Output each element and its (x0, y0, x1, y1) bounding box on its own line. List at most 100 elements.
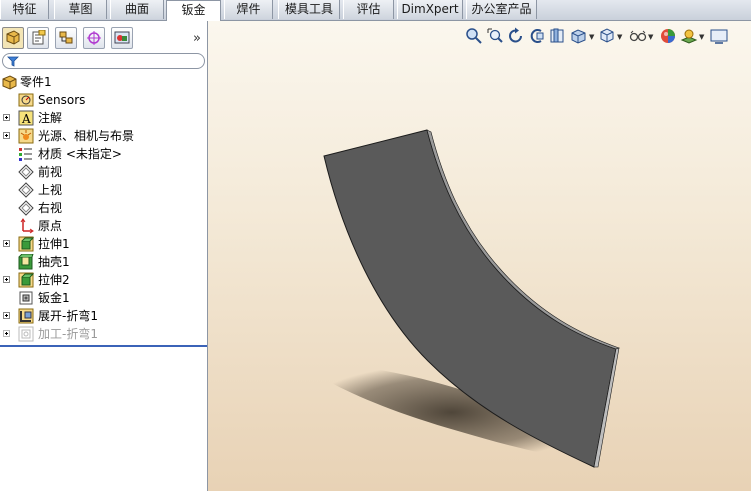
heads-up-view-toolbar: ▼ ▼ ▼ ▼ (461, 25, 751, 47)
tree-filter-input[interactable] (2, 53, 205, 69)
tree-item-material[interactable]: 材质 <未指定> (0, 145, 207, 163)
previous-view-icon (509, 27, 522, 43)
display-style-button[interactable] (570, 27, 588, 45)
rollback-bar[interactable] (0, 345, 207, 347)
expand-toggle[interactable] (3, 240, 10, 247)
tree-item-label: 加工-折弯1 (38, 327, 98, 341)
graphics-area[interactable]: ▼ ▼ ▼ ▼ (208, 21, 751, 491)
zoom-to-area-button[interactable] (486, 27, 504, 45)
expand-toggle[interactable] (3, 312, 10, 319)
tree-item-label: 拉伸1 (38, 237, 70, 251)
tree-item-process-bends1[interactable]: 加工-折弯1 (0, 325, 207, 343)
lights-cameras-icon (18, 128, 34, 144)
extrude-icon (18, 272, 34, 288)
filter-icon (7, 56, 19, 67)
hide-show-icon (600, 28, 614, 43)
chevron-down-icon[interactable]: ▼ (589, 33, 594, 41)
tree-root-part[interactable]: 零件1 (0, 73, 207, 91)
tree-item-label: 原点 (38, 219, 63, 233)
part-name: 零件1 (20, 75, 52, 89)
tree-item-label: 抽壳1 (38, 255, 70, 269)
material-icon (19, 148, 32, 161)
tree-item-label: 右视 (38, 201, 63, 215)
display-manager-tab[interactable] (111, 27, 133, 49)
part-icon (2, 75, 17, 90)
tree-item-label: 展开-折弯1 (38, 309, 98, 323)
dimxpert-icon (87, 31, 101, 45)
expand-toggle[interactable] (3, 114, 10, 121)
sheetmetal-icon (19, 291, 33, 305)
view-orientation-icon (550, 28, 564, 43)
plane-icon (18, 182, 34, 198)
featuremanager-icon (6, 30, 20, 45)
tree-item-sensors[interactable]: Sensors (0, 91, 207, 109)
zoom-to-fit-icon (466, 28, 482, 44)
tab-sketch[interactable]: 草图 (54, 0, 107, 19)
tree-item-shell1[interactable]: 抽壳1 (0, 253, 207, 271)
tab-evaluate[interactable]: 评估 (343, 0, 394, 19)
scene-icon (680, 29, 698, 44)
tree-item-flatten-bends1[interactable]: 展开-折弯1 (0, 307, 207, 325)
collapse-panel-button[interactable]: » (193, 31, 201, 46)
propertymanager-icon (32, 30, 46, 45)
scene-button[interactable] (680, 27, 698, 45)
expand-toggle[interactable] (3, 276, 10, 283)
origin-icon (20, 218, 34, 234)
tree-item-origin[interactable]: 原点 (0, 217, 207, 235)
display-manager-icon (114, 31, 130, 44)
tree-item-label: 拉伸2 (38, 273, 70, 287)
tab-dimxpert[interactable]: DimXpert (397, 0, 463, 19)
edit-appearance-button[interactable] (629, 27, 647, 45)
tree-item-label: 材质 <未指定> (38, 147, 122, 161)
chevron-down-icon[interactable]: ▼ (617, 33, 622, 41)
tree-item-extrude1[interactable]: 拉伸1 (0, 235, 207, 253)
tree-item-lights-cameras-scene[interactable]: 光源、相机与布景 (0, 127, 207, 145)
zoom-to-fit-button[interactable] (465, 27, 483, 45)
previous-view-button[interactable] (507, 27, 525, 45)
sensors-icon (18, 93, 34, 107)
tab-mold-tools[interactable]: 模具工具 (278, 0, 340, 19)
section-view-button[interactable] (528, 27, 546, 45)
svg-text:A: A (21, 112, 31, 126)
hide-show-items-button[interactable] (598, 27, 616, 45)
tree-item-label: 光源、相机与布景 (38, 129, 135, 143)
tree-item-label: 前视 (38, 165, 63, 179)
tree-item-sheet-metal1[interactable]: 钣金1 (0, 289, 207, 307)
tree-item-annotations[interactable]: A 注解 (0, 109, 207, 127)
view-orientation-button[interactable] (549, 27, 567, 45)
tab-surfaces[interactable]: 曲面 (110, 0, 164, 19)
propertymanager-tab[interactable] (27, 27, 49, 49)
expand-toggle[interactable] (3, 132, 10, 139)
view-settings-button[interactable] (710, 27, 728, 45)
tree-item-label: 钣金1 (38, 291, 70, 305)
section-view-icon (530, 29, 544, 43)
tab-features[interactable]: 特征 (0, 0, 49, 19)
dimxpertmanager-tab[interactable] (83, 27, 105, 49)
chevron-down-icon[interactable]: ▼ (648, 33, 653, 41)
shell-icon (18, 254, 34, 270)
monitor-icon (710, 29, 728, 44)
expand-toggle[interactable] (3, 330, 10, 337)
tree-item-right-plane[interactable]: 右视 (0, 199, 207, 217)
eyeglasses-icon (629, 30, 647, 42)
extrude-icon (18, 236, 34, 252)
tree-item-label: Sensors (38, 93, 86, 107)
appearances-button[interactable] (659, 27, 677, 45)
plane-icon (18, 200, 34, 216)
tree-item-extrude2[interactable]: 拉伸2 (0, 271, 207, 289)
configurationmanager-tab[interactable] (55, 27, 77, 49)
tree-item-label: 上视 (38, 183, 63, 197)
manager-tabs: » (0, 25, 207, 51)
tree-item-top-plane[interactable]: 上视 (0, 181, 207, 199)
tab-office-products[interactable]: 办公室产品 (466, 0, 537, 19)
tab-sheet-metal[interactable]: 钣金 (166, 0, 221, 21)
chevron-down-icon[interactable]: ▼ (699, 33, 704, 41)
tab-weldments[interactable]: 焊件 (224, 0, 273, 19)
command-manager-tabs: 特征 草图 曲面 钣金 焊件 模具工具 评估 DimXpert 办公室产品 (0, 0, 751, 21)
featuremanager-tab[interactable] (2, 27, 24, 49)
tree-item-front-plane[interactable]: 前视 (0, 163, 207, 181)
flatten-bends-icon (18, 308, 34, 324)
plane-icon (18, 164, 34, 180)
process-bends-icon (18, 326, 34, 342)
display-style-icon (571, 29, 586, 44)
